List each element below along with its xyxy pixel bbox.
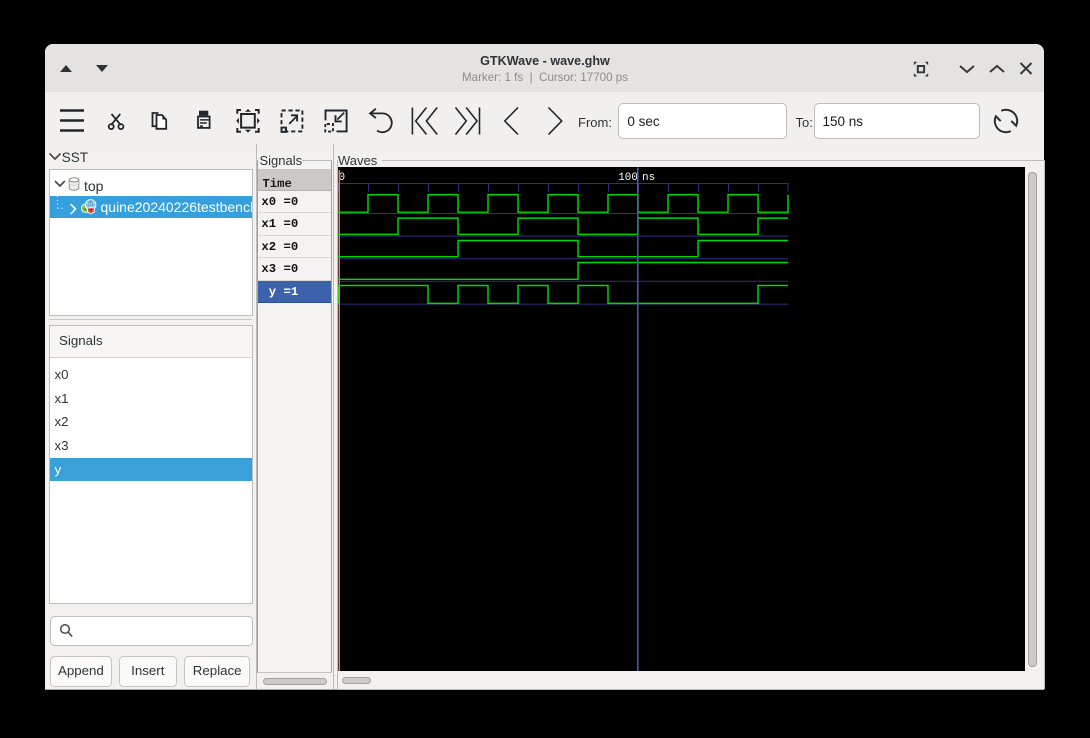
svg-text:100: 100 <box>618 172 638 184</box>
svg-text:ns: ns <box>642 172 655 184</box>
